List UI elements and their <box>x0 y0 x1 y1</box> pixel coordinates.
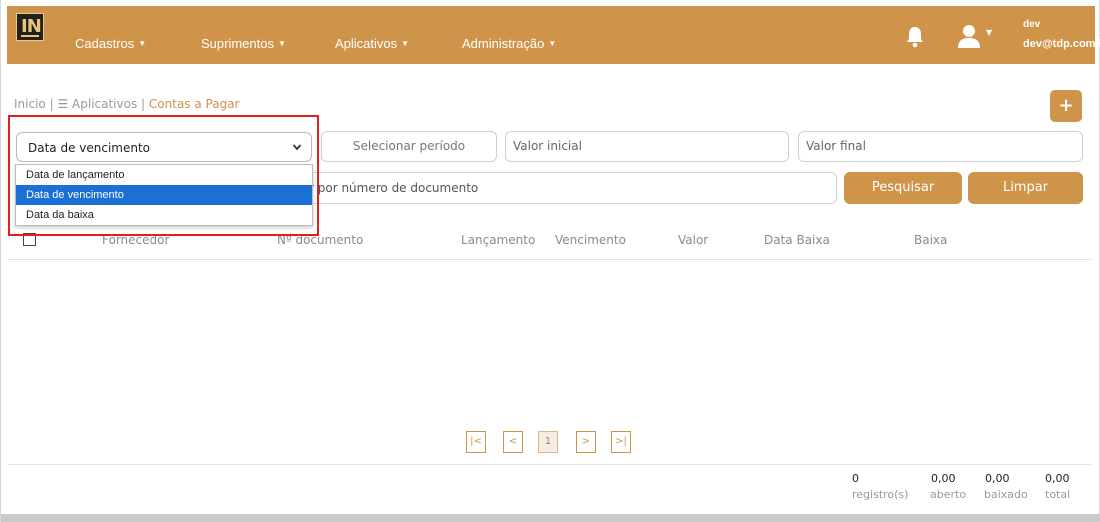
chevron-down-icon: ▼ <box>401 39 410 48</box>
column-data-baixa[interactable]: Data Baixa <box>764 233 830 247</box>
first-page-button[interactable]: |< <box>466 431 486 453</box>
chevron-down-icon: ▼ <box>277 39 286 48</box>
column-lancamento[interactable]: Lançamento <box>461 233 535 247</box>
window-bottom-edge <box>1 514 1100 522</box>
total-aberto-label: aberto <box>930 488 967 501</box>
column-numero-documento[interactable]: Nº documento <box>277 233 363 247</box>
total-baixado-value: 0,00 <box>985 472 1010 485</box>
app-window: IN Cadastros ▼ Suprimentos ▼ Aplicativos ▼ … <box>0 0 1100 522</box>
total-geral-value: 0,00 <box>1045 472 1070 485</box>
add-button[interactable]: + <box>1050 90 1082 122</box>
breadcrumb-apps[interactable]: Aplicativos | <box>72 97 145 111</box>
nav-suprimentos[interactable]: Suprimentos ▼ <box>201 36 286 54</box>
select-all-checkbox[interactable] <box>23 233 36 246</box>
document-search-input[interactable]: r por número de documento <box>298 172 837 204</box>
valor-inicial-input[interactable]: Valor inicial <box>505 131 789 162</box>
total-aberto-value: 0,00 <box>931 472 956 485</box>
option-data-vencimento[interactable]: Data de vencimento <box>16 185 312 205</box>
option-data-baixa[interactable]: Data da baixa <box>16 205 312 225</box>
table-header-divider <box>8 259 1091 260</box>
chevron-down-icon: ▼ <box>138 39 147 48</box>
period-selector[interactable]: Selecionar período <box>321 131 497 162</box>
date-type-options: Data de lançamento Data de vencimento Da… <box>15 164 313 226</box>
nav-administracao-label: Administração <box>462 36 545 51</box>
total-registros-label: registro(s) <box>852 488 909 501</box>
breadcrumb: Inicio | ☰ Aplicativos | Contas a Pagar <box>14 97 239 111</box>
app-logo[interactable]: IN <box>16 13 44 41</box>
date-type-selected: Data de vencimento <box>28 141 151 155</box>
date-type-select[interactable]: Data de vencimento <box>16 132 312 162</box>
nav-administracao[interactable]: Administração ▼ <box>462 36 556 54</box>
nav-cadastros[interactable]: Cadastros ▼ <box>75 36 146 54</box>
breadcrumb-current: Contas a Pagar <box>148 97 240 111</box>
chevron-down-icon <box>292 144 302 151</box>
option-data-lancamento[interactable]: Data de lançamento <box>16 165 312 185</box>
breadcrumb-home[interactable]: Inicio | <box>14 97 54 111</box>
column-valor[interactable]: Valor <box>678 233 708 247</box>
logo-text: IN <box>21 16 42 37</box>
nav-aplicativos-label: Aplicativos <box>335 36 398 51</box>
total-geral-label: total <box>1045 488 1071 501</box>
current-page-button[interactable]: 1 <box>538 431 558 453</box>
clear-button[interactable]: Limpar <box>968 172 1083 204</box>
total-registros-value: 0 <box>852 472 859 485</box>
prev-page-button[interactable]: < <box>503 431 523 453</box>
menu-icon: ☰ <box>57 97 69 111</box>
column-baixa[interactable]: Baixa <box>914 233 947 247</box>
user-menu-chevron-icon[interactable]: ▼ <box>986 28 992 37</box>
nav-cadastros-label: Cadastros <box>75 36 135 51</box>
bell-icon[interactable] <box>904 25 926 49</box>
top-navbar: IN Cadastros ▼ Suprimentos ▼ Aplicativos ▼ … <box>7 6 1100 64</box>
search-button[interactable]: Pesquisar <box>844 172 962 204</box>
user-name: dev <box>1023 19 1041 30</box>
user-email: dev@tdp.com.br <box>1023 38 1100 50</box>
nav-suprimentos-label: Suprimentos <box>201 36 274 51</box>
column-vencimento[interactable]: Vencimento <box>555 233 626 247</box>
column-fornecedor[interactable]: Fornecedor <box>102 233 169 247</box>
last-page-button[interactable]: >| <box>611 431 631 453</box>
chevron-down-icon: ▼ <box>548 39 557 48</box>
user-avatar-icon[interactable] <box>956 23 982 49</box>
nav-aplicativos[interactable]: Aplicativos ▼ <box>335 36 409 54</box>
total-baixado-label: baixado <box>984 488 1028 501</box>
next-page-button[interactable]: > <box>576 431 596 453</box>
valor-final-input[interactable]: Valor final <box>798 131 1083 162</box>
footer-divider <box>8 464 1091 465</box>
